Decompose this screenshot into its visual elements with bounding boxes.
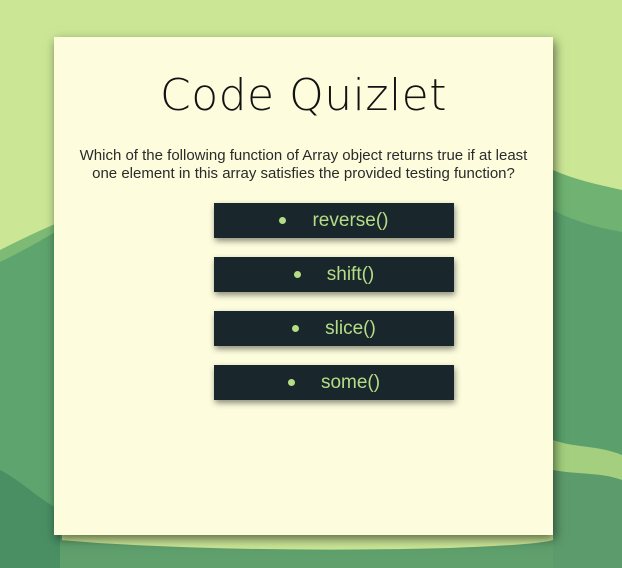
bullet-dot-icon <box>292 325 300 332</box>
page-title: Code Quizlet <box>159 70 447 121</box>
answer-option-reverse[interactable]: reverse() <box>214 203 454 238</box>
answer-label: reverse() <box>312 209 389 231</box>
answer-option-slice[interactable]: slice() <box>214 311 454 346</box>
question-text: Which of the following function of Array… <box>79 147 528 182</box>
answer-label: some() <box>320 371 381 393</box>
answer-option-shift[interactable]: shift() <box>214 257 454 292</box>
answer-label: slice() <box>325 317 376 339</box>
bullet-dot-icon <box>287 379 295 386</box>
answer-label: shift() <box>326 263 375 285</box>
bullet-dot-icon <box>293 271 301 278</box>
answer-option-some[interactable]: some() <box>214 365 454 400</box>
answer-list: reverse() shift() slice() some() <box>214 203 454 419</box>
bullet-dot-icon <box>279 217 287 224</box>
quiz-card: Code Quizlet Which of the following func… <box>54 37 553 535</box>
